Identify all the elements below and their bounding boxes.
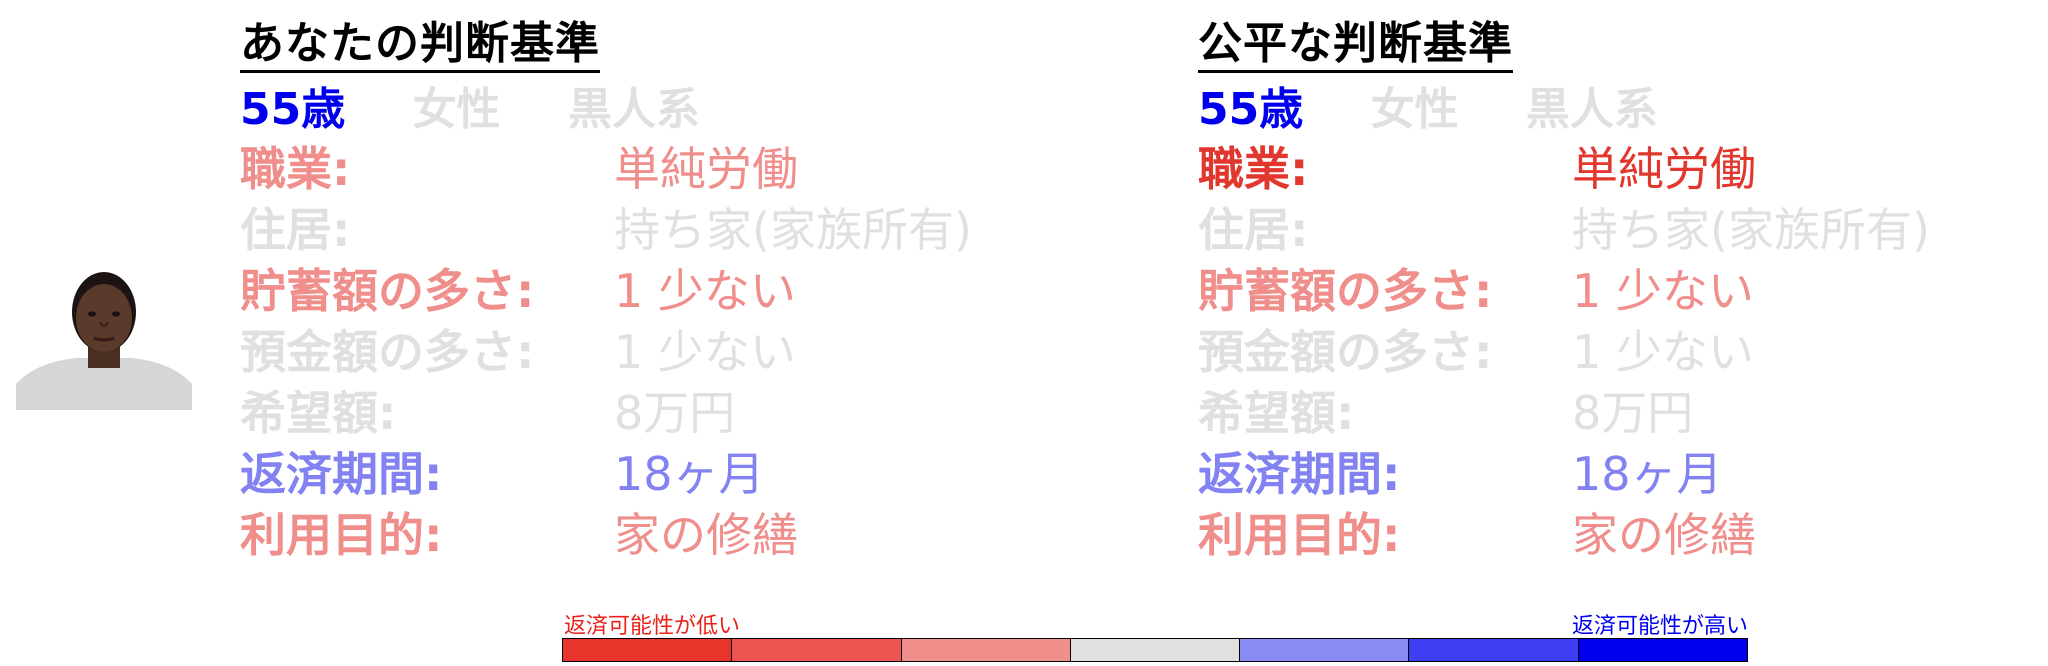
attribute-label: 返済期間: (1198, 447, 1401, 502)
attribute-row-housing: 住居: 持ち家(家族所有) (240, 200, 1080, 261)
attribute-label: 預金額の多さ: (1198, 325, 1493, 380)
attribute-label: 利用目的: (240, 508, 443, 563)
attribute-row-purpose: 利用目的: 家の修繕 (240, 505, 1080, 566)
ethnicity-label: 黒人系 (1525, 84, 1658, 136)
attribute-value: 単純労働 (614, 142, 798, 197)
demographics: 55歳 女性 黒人系 (240, 81, 1080, 139)
age-label: 55歳 (1198, 84, 1304, 136)
demographics: 55歳 女性 黒人系 (1198, 81, 2038, 139)
attribute-label: 希望額: (1198, 386, 1355, 441)
attribute-row-requested-amount: 希望額: 8万円 (240, 383, 1080, 444)
panel-title: 公平な判断基準 (1198, 19, 1513, 74)
color-legend: 返済可能性が低い 返済可能性が高い (562, 608, 1748, 666)
attribute-value: 8万円 (614, 386, 736, 441)
attribute-label: 返済期間: (240, 447, 443, 502)
person-portrait-icon (16, 266, 192, 410)
attribute-label: 貯蓄額の多さ: (240, 264, 535, 319)
attribute-label: 預金額の多さ: (240, 325, 535, 380)
attribute-label: 希望額: (240, 386, 397, 441)
attribute-value: 1 少ない (1572, 325, 1754, 380)
gender-label: 女性 (412, 84, 501, 136)
gender-label: 女性 (1370, 84, 1459, 136)
scale-segment (1578, 639, 1747, 661)
attribute-row-repayment-period: 返済期間: 18ヶ月 (240, 444, 1080, 505)
attribute-value: 1 少ない (1572, 264, 1754, 319)
attribute-row-purpose: 利用目的: 家の修繕 (1198, 505, 2038, 566)
attribute-value: 家の修繕 (614, 508, 798, 563)
avatar (16, 266, 192, 410)
attribute-value: 単純労働 (1572, 142, 1756, 197)
attribute-label: 住居: (240, 203, 351, 258)
attribute-value: 18ヶ月 (1572, 447, 1723, 502)
attribute-label: 職業: (1198, 142, 1309, 197)
attribute-row-repayment-period: 返済期間: 18ヶ月 (1198, 444, 2038, 505)
attribute-row-occupation: 職業: 単純労働 (240, 139, 1080, 200)
attribute-row-occupation: 職業: 単純労働 (1198, 139, 2038, 200)
attribute-row-deposits: 預金額の多さ: 1 少ない (1198, 322, 2038, 383)
scale-segment (732, 639, 902, 661)
attribute-row-savings: 貯蓄額の多さ: 1 少ない (1198, 261, 2038, 322)
right-panel: 公平な判断基準 55歳 女性 黒人系 職業: 単純労働 住居: 持ち家(家族所有… (1198, 19, 2038, 566)
attribute-value: 1 少ない (614, 325, 796, 380)
attribute-row-savings: 貯蓄額の多さ: 1 少ない (240, 261, 1080, 322)
attribute-value: 18ヶ月 (614, 447, 765, 502)
scale-segment (1240, 639, 1410, 661)
legend-low-label: 返済可能性が低い (564, 614, 741, 639)
attribute-value: 持ち家(家族所有) (1572, 203, 1930, 258)
attribute-value: 家の修繕 (1572, 508, 1756, 563)
attribute-label: 住居: (1198, 203, 1309, 258)
attribute-label: 職業: (240, 142, 351, 197)
attribute-label: 利用目的: (1198, 508, 1401, 563)
age-label: 55歳 (240, 84, 346, 136)
left-panel: あなたの判断基準 55歳 女性 黒人系 職業: 単純労働 住居: 持ち家(家族所… (240, 19, 1080, 566)
scale-segment (1409, 639, 1579, 661)
attribute-label: 貯蓄額の多さ: (1198, 264, 1493, 319)
attribute-row-deposits: 預金額の多さ: 1 少ない (240, 322, 1080, 383)
attribute-row-requested-amount: 希望額: 8万円 (1198, 383, 2038, 444)
attribute-value: 8万円 (1572, 386, 1694, 441)
scale-segment (563, 639, 733, 661)
attribute-value: 持ち家(家族所有) (614, 203, 972, 258)
ethnicity-label: 黒人系 (567, 84, 700, 136)
attribute-row-housing: 住居: 持ち家(家族所有) (1198, 200, 2038, 261)
attribute-value: 1 少ない (614, 264, 796, 319)
scale-segment (1070, 639, 1241, 661)
panel-title: あなたの判断基準 (240, 19, 600, 74)
legend-high-label: 返済可能性が高い (1571, 614, 1748, 639)
color-scale-bar (562, 638, 1748, 662)
scale-segment (901, 639, 1071, 661)
